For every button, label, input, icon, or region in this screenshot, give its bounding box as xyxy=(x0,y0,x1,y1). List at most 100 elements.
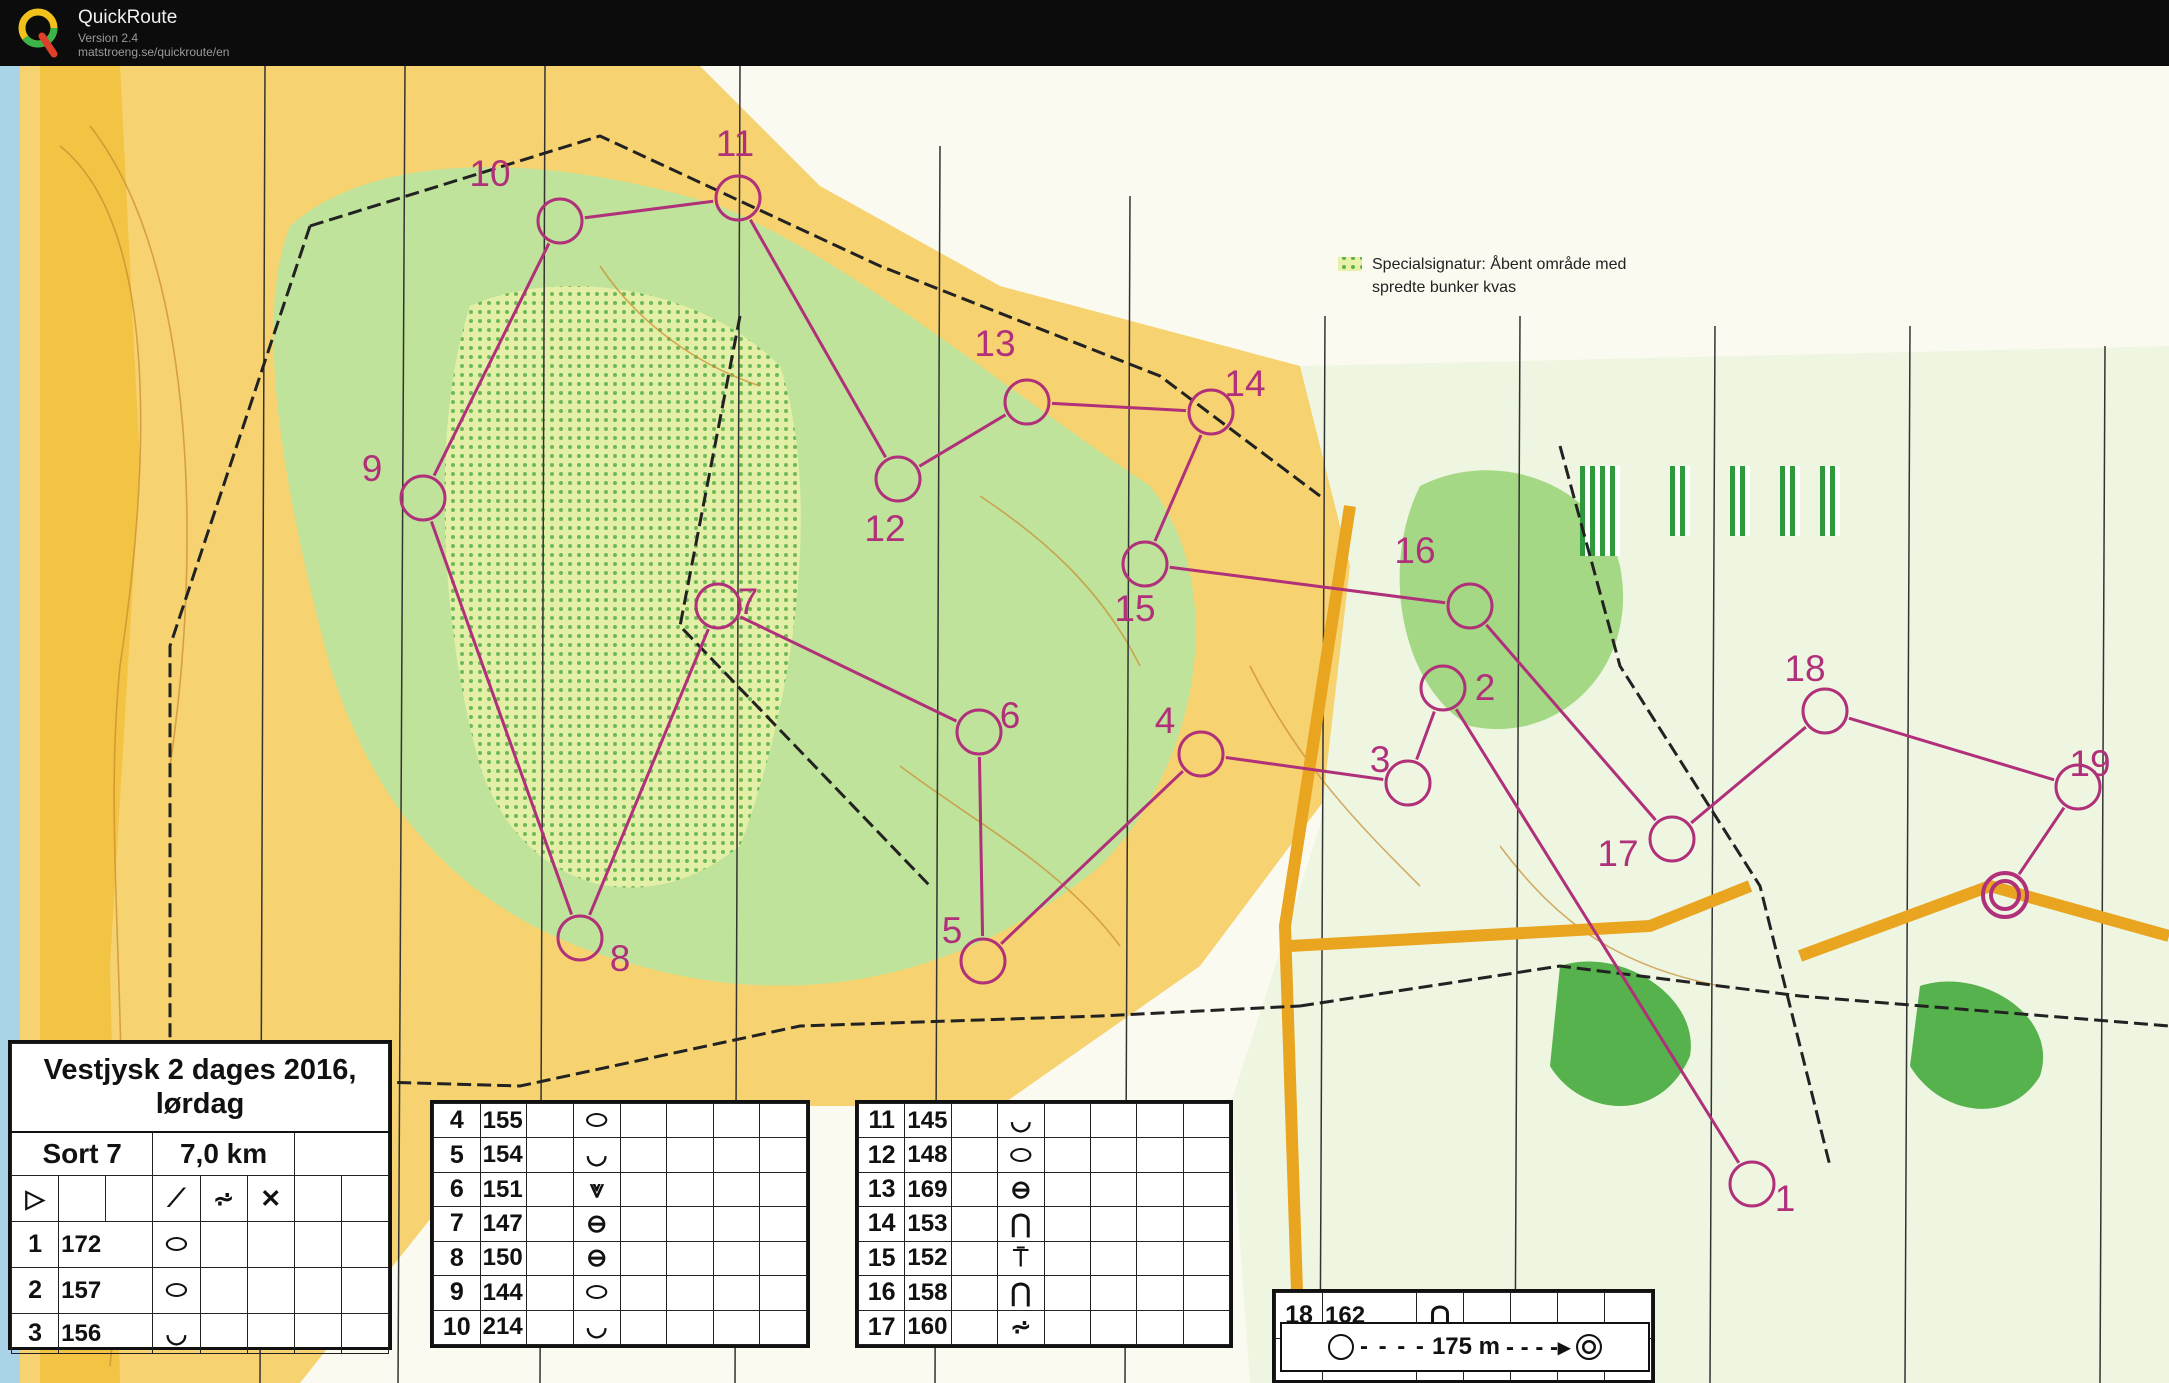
app-version: Version 2.4 xyxy=(78,31,139,45)
row-code: 169 xyxy=(904,1171,952,1208)
striped-area-1 xyxy=(1580,466,1620,556)
control-label: 16 xyxy=(1394,530,1435,571)
orienteering-map[interactable]: Specialsignatur: Åbent område med spredt… xyxy=(0,66,2169,1383)
feature-symbol-icon: ⬭ xyxy=(997,1137,1045,1173)
course-length: 7,0 km xyxy=(152,1131,295,1176)
empty-cell xyxy=(619,1171,668,1208)
row-code: 172 xyxy=(58,1221,154,1268)
row-code: 160 xyxy=(904,1309,952,1346)
start-symbol-icon: ▷ xyxy=(10,1175,60,1222)
empty-cell xyxy=(950,1275,999,1311)
row-num: 4 xyxy=(433,1102,481,1139)
empty-cell xyxy=(666,1206,714,1242)
empty-cell xyxy=(1136,1102,1184,1139)
finish-start-circle-icon xyxy=(1327,1334,1354,1360)
legend-text-line2: spredte bunker kvas xyxy=(1372,279,1516,296)
control-label: 17 xyxy=(1597,833,1638,874)
empty-cell xyxy=(1043,1171,1091,1208)
empty-cell xyxy=(712,1137,761,1173)
thicket-icon: ⬭ xyxy=(152,1221,201,1268)
empty-cell xyxy=(712,1171,761,1208)
row-code: 156 xyxy=(58,1313,154,1354)
empty-cell xyxy=(1043,1206,1091,1242)
empty-cell xyxy=(1182,1275,1231,1311)
control-label: 19 xyxy=(2069,743,2110,784)
empty-cell xyxy=(666,1240,714,1277)
empty-cell xyxy=(1089,1102,1138,1139)
control-label: 10 xyxy=(469,153,510,194)
feature-symbol-icon: ◡ xyxy=(997,1102,1045,1139)
depression-icon: ◡ xyxy=(152,1313,201,1354)
empty-cell xyxy=(619,1240,668,1277)
empty-cell xyxy=(1043,1309,1091,1346)
control-label: 13 xyxy=(974,323,1015,364)
empty-cell xyxy=(1043,1102,1091,1139)
ride-line-icon: ⟋ xyxy=(152,1175,201,1222)
row-num: 2 xyxy=(10,1267,60,1314)
legend-swatch xyxy=(1338,257,1362,271)
empty-cell xyxy=(1089,1171,1138,1208)
empty-cell xyxy=(759,1275,807,1311)
control-label: 2 xyxy=(1475,667,1496,708)
empty-cell xyxy=(666,1309,714,1346)
control-label: 11 xyxy=(716,123,754,164)
empty-cell xyxy=(759,1206,807,1242)
quickroute-logo-icon xyxy=(18,8,58,58)
feature-symbol-icon: ⊖ xyxy=(572,1240,621,1277)
empty-cell xyxy=(950,1240,999,1277)
empty-cell xyxy=(1089,1275,1138,1311)
control-label: 15 xyxy=(1114,588,1155,629)
empty-cell xyxy=(1182,1240,1231,1277)
feature-symbol-icon: ◡ xyxy=(572,1137,621,1173)
thicket-icon: ⬭ xyxy=(152,1267,201,1314)
empty-cell xyxy=(950,1206,999,1242)
control-label: 8 xyxy=(610,938,631,979)
empty-cell xyxy=(1182,1206,1231,1242)
row-num: 13 xyxy=(857,1171,906,1208)
row-num: 3 xyxy=(10,1313,60,1354)
empty-cell xyxy=(1089,1206,1138,1242)
empty-cell xyxy=(1136,1275,1184,1311)
row-code: 214 xyxy=(479,1309,528,1346)
feature-symbol-icon: ⬭ xyxy=(572,1102,621,1139)
row-code: 150 xyxy=(479,1240,528,1277)
row-code: 145 xyxy=(904,1102,952,1139)
description-sheet-header: Vestjysk 2 dages 2016, lørdag Sort 7 7,0… xyxy=(8,1040,392,1354)
striped-area-4 xyxy=(1780,466,1800,536)
control-label: 18 xyxy=(1784,648,1825,689)
empty-cell xyxy=(950,1309,999,1346)
empty-cell xyxy=(526,1102,574,1139)
feature-symbol-icon: ⋂ xyxy=(997,1275,1045,1311)
empty-cell xyxy=(1043,1240,1091,1277)
empty-cell xyxy=(950,1171,999,1208)
row-num: 7 xyxy=(433,1206,481,1242)
course-name: Sort 7 xyxy=(10,1131,154,1176)
app-url[interactable]: matstroeng.se/quickroute/en xyxy=(78,45,229,59)
empty-cell xyxy=(712,1240,761,1277)
empty-cell xyxy=(712,1275,761,1311)
row-code: 153 xyxy=(904,1206,952,1242)
row-num: 16 xyxy=(857,1275,906,1311)
empty-cell xyxy=(759,1309,807,1346)
control-label: 5 xyxy=(942,910,963,951)
empty-cell xyxy=(759,1137,807,1173)
empty-cell xyxy=(526,1275,574,1311)
feature-symbol-icon: ⍑ xyxy=(997,1240,1045,1277)
row-num: 9 xyxy=(433,1275,481,1311)
empty-cell xyxy=(666,1171,714,1208)
feature-symbol-icon: ⊖ xyxy=(572,1206,621,1242)
empty-cell xyxy=(1182,1309,1231,1346)
description-sheet-b: 4 155 ⬭ 5 154 ◡ 6 151 ⩔ 7 147 ⊖ 8 150 ⊖ 9 144 ⬭ 10 214 ◡ xyxy=(430,1100,810,1348)
striped-area-3 xyxy=(1730,466,1750,536)
empty-cell xyxy=(712,1309,761,1346)
empty-cell xyxy=(666,1137,714,1173)
empty-cell xyxy=(666,1275,714,1311)
feature-symbol-icon: ◡ xyxy=(572,1309,621,1346)
empty-cell xyxy=(526,1240,574,1277)
row-num: 15 xyxy=(857,1240,906,1277)
row-code: 144 xyxy=(479,1275,528,1311)
empty-cell xyxy=(1182,1137,1231,1173)
empty-cell xyxy=(619,1206,668,1242)
rough-icon: ⩫ xyxy=(199,1175,248,1222)
striped-area-2 xyxy=(1670,466,1690,536)
